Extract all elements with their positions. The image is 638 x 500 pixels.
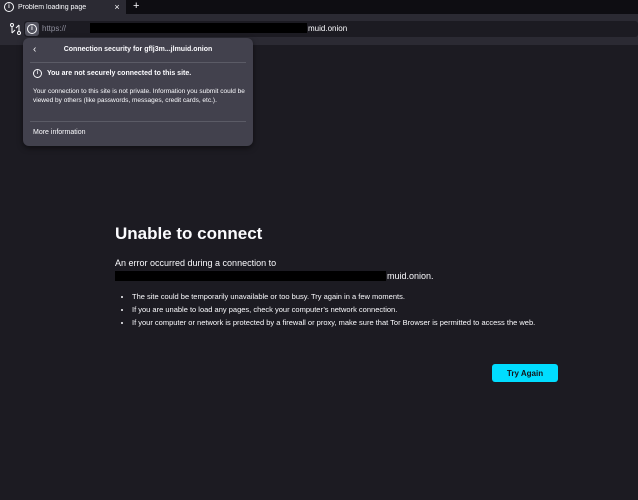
info-icon: i xyxy=(33,69,42,78)
info-icon: i xyxy=(4,2,14,12)
list-item: The site could be temporarily unavailabl… xyxy=(132,292,572,302)
error-title: Unable to connect xyxy=(115,224,263,243)
tab-problem-loading[interactable]: i Problem loading page × xyxy=(0,0,126,14)
host-redaction xyxy=(115,271,386,281)
panel-description: Your connection to this site is not priv… xyxy=(33,88,245,104)
error-suggestions: The site could be temporarily unavailabl… xyxy=(122,292,572,331)
try-again-button[interactable]: Try Again xyxy=(492,364,558,382)
url-redaction xyxy=(90,23,307,33)
tab-title: Problem loading page xyxy=(18,3,87,11)
error-message: An error occurred during a connection to xyxy=(115,258,277,268)
list-item: If your computer or network is protected… xyxy=(132,318,572,328)
info-icon: i xyxy=(27,24,37,34)
url-scheme: https:// xyxy=(42,24,67,33)
more-information-link[interactable]: More information xyxy=(33,129,86,136)
security-panel: ‹ Connection security for gflj3m...jlmui… xyxy=(23,38,253,146)
panel-title: Connection security for gflj3m...jlmuid.… xyxy=(63,46,213,53)
error-host: muid.onion. xyxy=(387,271,434,281)
site-info-button[interactable]: i xyxy=(25,22,39,36)
close-icon[interactable]: × xyxy=(112,0,122,14)
url-bar[interactable]: i https:// muid.onion xyxy=(24,21,638,37)
warning-row: i You are not securely connected to this… xyxy=(33,69,191,78)
warning-text: You are not securely connected to this s… xyxy=(47,70,192,77)
new-tab-button[interactable]: + xyxy=(133,0,139,13)
tab-strip: i Problem loading page × + xyxy=(0,0,638,14)
divider xyxy=(30,62,246,63)
list-item: If you are unable to load any pages, che… xyxy=(132,305,572,315)
tor-circuit-icon[interactable] xyxy=(9,22,22,36)
divider xyxy=(30,121,246,122)
url-host: muid.onion xyxy=(308,24,348,33)
